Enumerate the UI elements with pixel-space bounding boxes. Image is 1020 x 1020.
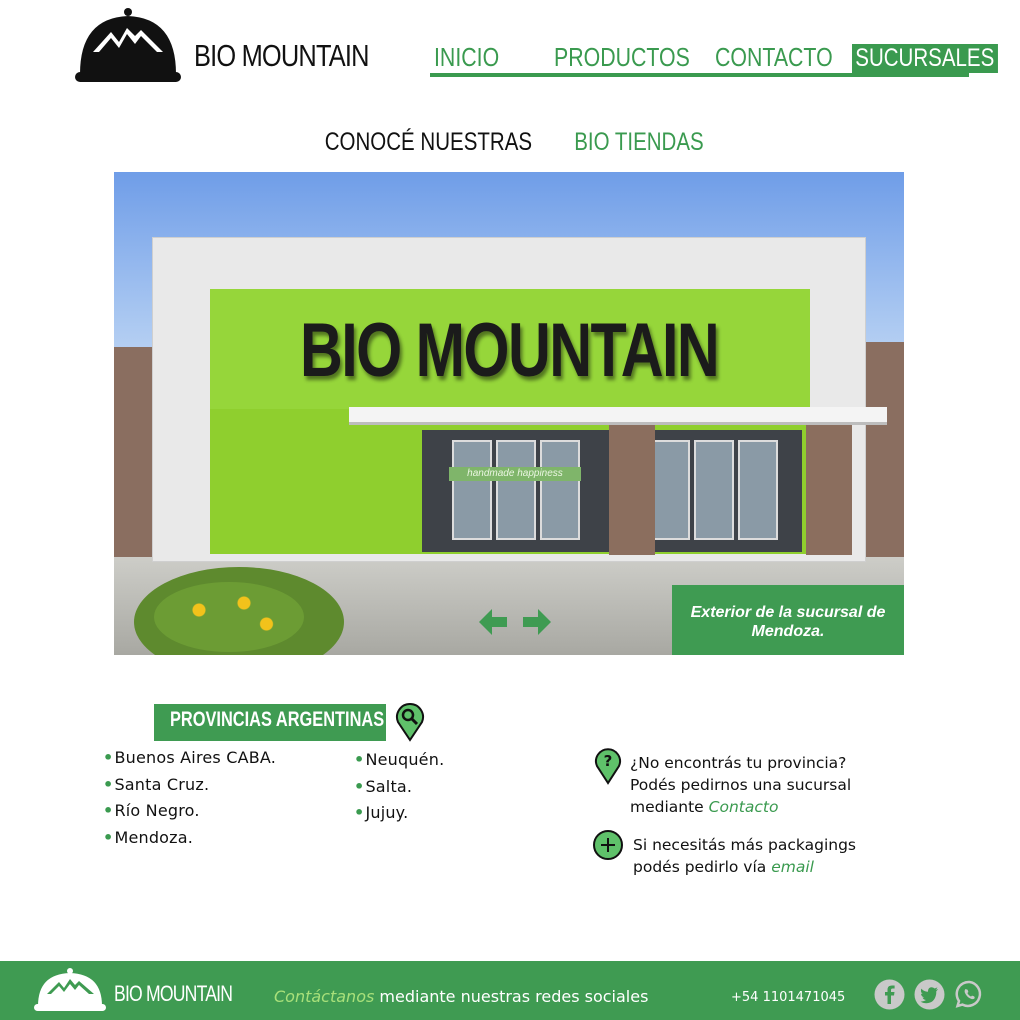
photo-caption: Exterior de la sucursal de Mendoza. <box>672 585 904 655</box>
nav-contacto[interactable]: CONTACTO <box>715 42 833 73</box>
title-prefix: CONOCÉ NUESTRAS <box>325 128 533 156</box>
nav-productos[interactable]: PRODUCTOS <box>554 42 690 73</box>
footer: BIO MOUNTAIN Contáctanos mediante nuestr… <box>0 961 1020 1020</box>
whatsapp-icon[interactable] <box>954 979 985 1010</box>
store-sign: BIO MOUNTAIN <box>299 308 720 393</box>
page-title: CONOCÉ NUESTRAS BIO TIENDAS <box>0 128 1020 157</box>
contactanos-link[interactable]: Contáctanos <box>274 987 374 1006</box>
inner-sign: handmade happiness <box>449 467 581 481</box>
list-item: •Neuquén. <box>354 750 445 769</box>
main-nav: INICIO PRODUCTOS CONTACTO SUCURSALES <box>430 40 998 80</box>
list-item: •Buenos Aires CABA. <box>103 748 277 767</box>
footer-cta: Contáctanos mediante nuestras redes soci… <box>274 987 649 1006</box>
nav-sucursales[interactable]: SUCURSALES <box>852 44 998 73</box>
location-search-icon <box>396 703 424 742</box>
packaging-note: Si necesitás más packagings podés pedirl… <box>633 836 856 876</box>
plus-icon[interactable] <box>592 829 624 861</box>
list-item: •Salta. <box>354 776 413 796</box>
store-photo-slider: BIO MOUNTAIN handmade happiness Exterior… <box>114 172 904 655</box>
list-item: •Jujuy. <box>354 803 409 822</box>
contacto-link[interactable]: Contacto <box>709 798 779 816</box>
provinces-title: PROVINCIAS ARGENTINAS <box>154 704 386 741</box>
facebook-icon[interactable] <box>874 979 905 1010</box>
provinces-list-2: •Neuquén. •Salta. •Jujuy. <box>354 750 444 830</box>
footer-phone: +54 1101471045 <box>731 990 846 1005</box>
store-canopy <box>349 407 887 425</box>
bio-mountain-logo[interactable] <box>75 6 181 84</box>
nav-inicio[interactable]: INICIO <box>434 42 499 73</box>
footer-brand: BIO MOUNTAIN <box>114 981 233 1006</box>
nav-underline <box>430 73 969 77</box>
next-arrow-icon[interactable] <box>520 605 554 639</box>
list-item: •Río Negro. <box>103 801 200 820</box>
list-item: •Mendoza. <box>103 827 194 847</box>
svg-text:?: ? <box>604 752 613 770</box>
title-highlight: BIO TIENDAS <box>573 128 704 156</box>
footer-logo[interactable] <box>34 966 106 1014</box>
twitter-icon[interactable] <box>914 979 945 1010</box>
brick-pillar <box>609 425 655 555</box>
provinces-list-1: •Buenos Aires CABA. •Santa Cruz. •Río Ne… <box>103 748 276 854</box>
brand-name: BIO MOUNTAIN <box>194 38 370 73</box>
question-pin-icon: ? <box>595 748 621 785</box>
list-item: •Santa Cruz. <box>103 774 210 794</box>
brick-pillar <box>806 425 852 555</box>
email-link[interactable]: email <box>771 858 814 876</box>
flower-bed <box>154 582 304 652</box>
prev-arrow-icon[interactable] <box>476 605 510 639</box>
missing-province-note: ¿No encontrás tu provincia? Podés pedirn… <box>630 754 852 816</box>
